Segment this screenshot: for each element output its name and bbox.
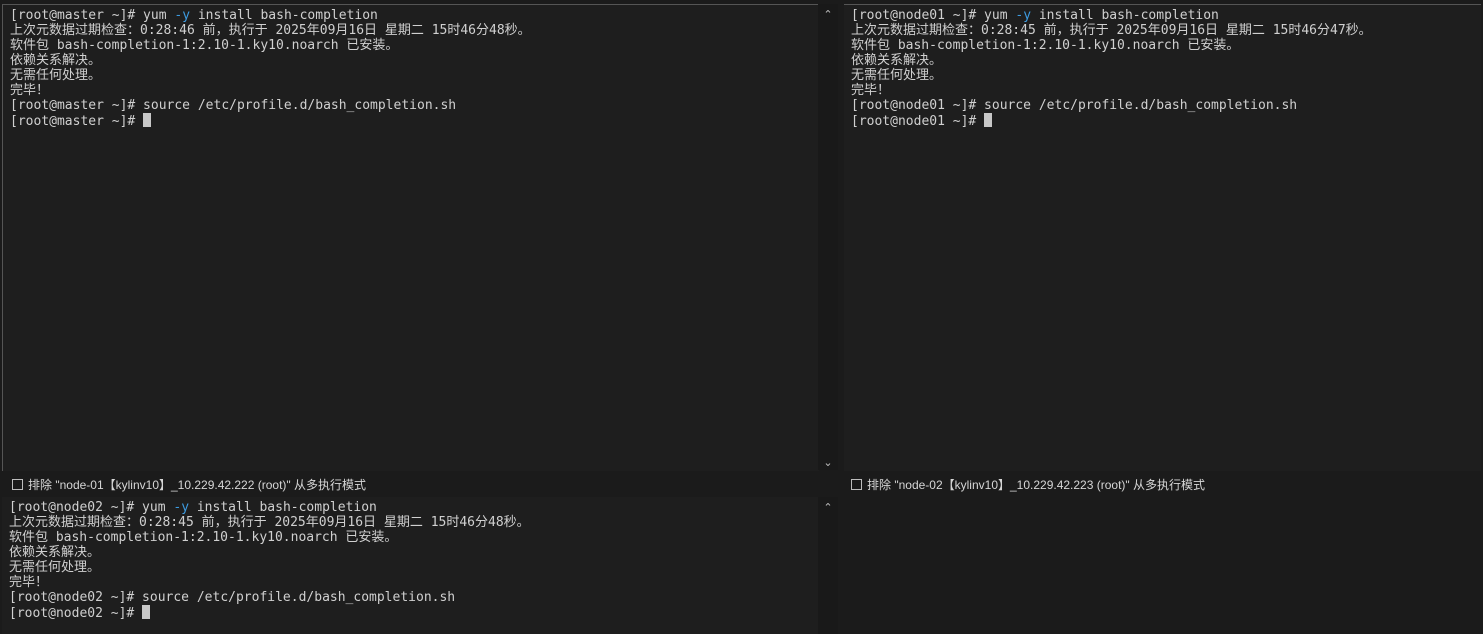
scroll-down-icon[interactable]: ⌄ xyxy=(821,457,835,468)
exclude-from-multi-exec-bar-node01: 排除 "node-01【kylinv10】_10.229.42.222 (roo… xyxy=(2,472,818,497)
terminal-line: 上次元数据过期检查：0:28:45 前，执行于 2025年09月16日 星期二 … xyxy=(851,23,1372,38)
terminal-line: [root@node02 ~]# source /etc/profile.d/b… xyxy=(9,590,456,605)
text-cursor xyxy=(984,113,993,127)
terminal-line: 无需任何处理。 xyxy=(10,68,102,83)
terminal-line: 上次元数据过期检查：0:28:45 前，执行于 2025年09月16日 星期二 … xyxy=(9,515,530,530)
terminal-line: 软件包 bash-completion-1:2.10-1.ky10.noarch… xyxy=(851,38,1240,53)
terminal-pane-master[interactable]: [root@master ~]# yum -y install bash-com… xyxy=(2,4,819,471)
terminal-line: 依赖关系解决。 xyxy=(851,53,943,68)
scroll-up-icon[interactable]: ⌃ xyxy=(821,502,835,513)
terminal-line: [root@node01 ~]# source /etc/profile.d/b… xyxy=(851,98,1298,113)
terminal-line: 完毕！ xyxy=(9,575,49,590)
terminal-prompt-line[interactable]: [root@node01 ~]# xyxy=(851,113,1372,129)
terminal-line: [root@master ~]# source /etc/profile.d/b… xyxy=(10,98,457,113)
exclude-label-node02[interactable]: 排除 "node-02【kylinv10】_10.229.42.223 (roo… xyxy=(867,476,1205,493)
terminal-line: [root@master ~]# yum -y install bash-com… xyxy=(10,8,378,23)
terminal-line: 无需任何处理。 xyxy=(851,68,943,83)
exclude-label-node01[interactable]: 排除 "node-01【kylinv10】_10.229.42.222 (roo… xyxy=(28,476,366,493)
text-cursor xyxy=(142,605,151,619)
terminal-prompt-line[interactable]: [root@node02 ~]# xyxy=(9,605,530,621)
text-cursor xyxy=(143,113,152,127)
exclude-from-multi-exec-bar-node02: 排除 "node-02【kylinv10】_10.229.42.223 (roo… xyxy=(844,472,1481,497)
multi-exec-terminal-window: [root@master ~]# yum -y install bash-com… xyxy=(0,0,1483,634)
terminal-line: 依赖关系解决。 xyxy=(10,53,102,68)
exclude-checkbox-node01[interactable] xyxy=(12,479,23,490)
terminal-line: 无需任何处理。 xyxy=(9,560,101,575)
vertical-scrollbar-top[interactable]: ⌃ ⌄ xyxy=(818,4,838,470)
scroll-up-icon[interactable]: ⌃ xyxy=(821,9,835,20)
terminal-line: 上次元数据过期检查：0:28:46 前，执行于 2025年09月16日 星期二 … xyxy=(10,23,531,38)
terminal-line: [root@node02 ~]# yum -y install bash-com… xyxy=(9,500,377,515)
empty-pane-area xyxy=(838,497,1483,634)
terminal-line: 软件包 bash-completion-1:2.10-1.ky10.noarch… xyxy=(10,38,399,53)
terminal-pane-node01[interactable]: [root@node01 ~]# yum -y install bash-com… xyxy=(844,4,1481,471)
terminal-line: 依赖关系解决。 xyxy=(9,545,101,560)
terminal-line: 完毕！ xyxy=(10,83,50,98)
terminal-line: 完毕！ xyxy=(851,83,891,98)
terminal-line: [root@node01 ~]# yum -y install bash-com… xyxy=(851,8,1219,23)
terminal-line: 软件包 bash-completion-1:2.10-1.ky10.noarch… xyxy=(9,530,398,545)
terminal-output-node01: [root@node01 ~]# yum -y install bash-com… xyxy=(851,8,1372,129)
terminal-output-master: [root@master ~]# yum -y install bash-com… xyxy=(10,8,531,129)
terminal-pane-node02[interactable]: [root@node02 ~]# yum -y install bash-com… xyxy=(2,497,818,634)
exclude-checkbox-node02[interactable] xyxy=(851,479,862,490)
terminal-prompt-line[interactable]: [root@master ~]# xyxy=(10,113,531,129)
vertical-scrollbar-bottom[interactable]: ⌃ xyxy=(818,497,838,634)
terminal-output-node02: [root@node02 ~]# yum -y install bash-com… xyxy=(9,500,530,621)
